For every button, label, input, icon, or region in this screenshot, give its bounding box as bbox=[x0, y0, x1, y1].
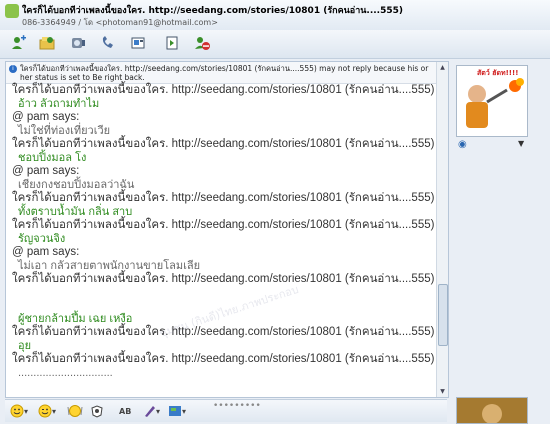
message-list: ใครก็ได้บอกทีว่าเพลงนี้ของใคร. http://se… bbox=[12, 84, 449, 380]
info-icon: i bbox=[9, 65, 17, 73]
webcam-icon[interactable]: ◉ bbox=[458, 139, 467, 150]
scroll-down-icon[interactable]: ▼ bbox=[438, 387, 447, 396]
video-icon[interactable] bbox=[68, 34, 88, 52]
sender-line: @ pam says: bbox=[12, 165, 80, 177]
block-icon[interactable] bbox=[192, 34, 212, 52]
voice-clip-icon[interactable] bbox=[90, 403, 104, 419]
share-files-icon[interactable] bbox=[37, 34, 57, 52]
font-label: AB bbox=[119, 406, 132, 416]
font-icon[interactable]: AB bbox=[119, 403, 131, 419]
sender-line: ใครก็ได้บอกทีว่าเพลงนี้ของใคร. http://se… bbox=[12, 273, 449, 285]
nudge-icon[interactable] bbox=[67, 403, 83, 419]
messenger-logo-icon bbox=[5, 4, 19, 18]
sender-line: ใครก็ได้บอกทีว่าเพลงนี้ของใคร. http://se… bbox=[12, 138, 449, 150]
resize-handle[interactable]: ••••••••• bbox=[213, 398, 261, 414]
chevron-down-icon[interactable]: ▼ bbox=[518, 139, 524, 148]
toolbar bbox=[0, 30, 550, 59]
message-text: ชอบปิ้งมอล โง bbox=[18, 152, 87, 164]
sender-line: @ pam says: bbox=[12, 246, 80, 258]
message-text: ไม่เอา กลัวสายตาพนักงานขายโลมเลีย bbox=[18, 260, 201, 272]
format-toolbar: ▾ ▾ AB ▾ ▾ ••••••••• bbox=[5, 399, 447, 422]
wink-icon[interactable]: ▾ bbox=[38, 403, 56, 419]
add-contact-icon[interactable] bbox=[8, 34, 28, 52]
message-text: อ้าว ลัวถามทำไม bbox=[18, 98, 100, 110]
scroll-up-icon[interactable]: ▲ bbox=[438, 63, 447, 72]
message-text: ............................... bbox=[18, 367, 113, 379]
window-title: ใครก็ได้บอกทีว่าเพลงนี้ของใคร. http://se… bbox=[22, 6, 403, 16]
sender-line: ใครก็ได้บอกทีว่าเพลงนี้ของใคร. http://se… bbox=[12, 84, 449, 96]
activities-icon[interactable] bbox=[128, 34, 148, 52]
color-icon[interactable]: ▾ bbox=[142, 403, 160, 419]
call-icon[interactable] bbox=[98, 34, 118, 52]
games-icon[interactable] bbox=[162, 34, 182, 52]
message-text: ไม่ใช่ที่ท่องเที่ยวเวีย bbox=[18, 125, 111, 137]
message-text: รัญจวนจิง bbox=[18, 233, 66, 245]
sender-line: ใครก็ได้บอกทีว่าเพลงนี้ของใคร. http://se… bbox=[12, 353, 449, 365]
sender-line: ใครก็ได้บอกทีว่าเพลงนี้ของใคร. http://se… bbox=[12, 326, 449, 338]
contact-subtitle: 086-3364949 / โด <photoman91@hotmail.com… bbox=[22, 18, 218, 27]
sender-line: ใครก็ได้บอกทีว่าเพลงนี้ของใคร. http://se… bbox=[12, 219, 449, 231]
status-notice: i ใครก็ได้บอกทีว่าเพลงนี้ของใคร. http://… bbox=[6, 62, 436, 84]
avatar-caption: สัตว์ ฮัดท!!!! bbox=[477, 69, 519, 77]
sidebar: สัตว์ ฮัดท!!!! ◉ ▼ bbox=[452, 61, 548, 424]
chat-history[interactable]: i ใครก็ได้บอกทีว่าเพลงนี้ของใคร. http://… bbox=[5, 61, 449, 398]
background-icon[interactable]: ▾ bbox=[168, 403, 186, 419]
sender-line: ใครก็ได้บอกทีว่าเพลงนี้ของใคร. http://se… bbox=[12, 192, 449, 204]
emoticon-icon[interactable]: ▾ bbox=[10, 403, 28, 419]
message-text: อุย bbox=[18, 340, 32, 352]
scroll-thumb[interactable] bbox=[438, 284, 448, 346]
title-bar: ใครก็ได้บอกทีว่าเพลงนี้ของใคร. http://se… bbox=[0, 0, 550, 31]
my-avatar[interactable] bbox=[456, 397, 528, 424]
message-text: เชียงกงชอบปิ้งมอลว่าฉัน bbox=[18, 179, 135, 191]
sender-line: @ pam says: bbox=[12, 111, 80, 123]
chat-scrollbar[interactable]: ▲ ▼ bbox=[436, 62, 448, 397]
status-notice-text: ใครก็ได้บอกทีว่าเพลงนี้ของใคร. http://se… bbox=[20, 64, 429, 82]
message-text: ทั้งตราบน้ำมัน กลิ่น สาบ bbox=[18, 206, 133, 218]
contact-avatar[interactable]: สัตว์ ฮัดท!!!! bbox=[456, 65, 528, 137]
